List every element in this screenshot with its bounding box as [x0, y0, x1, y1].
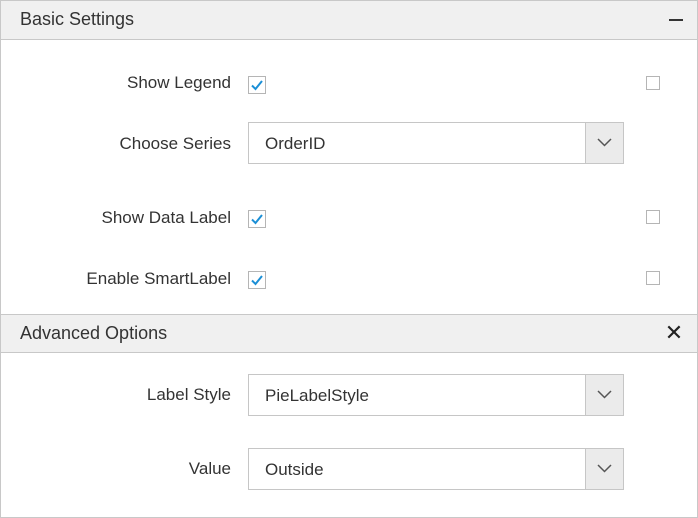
show-legend-aux-checkbox[interactable]	[646, 76, 660, 90]
choose-series-value: OrderID	[265, 134, 326, 153]
advanced-options-title: Advanced Options	[20, 323, 168, 343]
choose-series-dropdown[interactable]: OrderID	[248, 122, 624, 164]
label-style-label: Label Style	[146, 385, 231, 404]
enable-smart-label-checkbox[interactable]	[248, 271, 266, 289]
value-label: Value	[188, 459, 231, 478]
chevron-down-icon	[597, 390, 612, 399]
enable-smart-label-label: Enable SmartLabel	[86, 269, 231, 288]
settings-panel: Basic Settings Show Legend Choose Series…	[0, 0, 698, 518]
choose-series-dropdown-button[interactable]	[585, 123, 623, 163]
minus-icon[interactable]	[669, 19, 683, 21]
show-legend-label: Show Legend	[127, 73, 231, 92]
basic-settings-header[interactable]: Basic Settings	[1, 1, 697, 40]
show-data-label-label: Show Data Label	[101, 208, 231, 227]
show-data-label-aux-checkbox[interactable]	[646, 210, 660, 224]
checkmark-icon	[251, 80, 263, 91]
checkmark-icon	[251, 214, 263, 225]
label-style-value: PieLabelStyle	[265, 386, 369, 405]
advanced-options-header[interactable]: Advanced Options ✕	[1, 314, 697, 353]
label-style-dropdown-button[interactable]	[585, 375, 623, 415]
close-icon[interactable]: ✕	[663, 321, 685, 345]
chevron-down-icon	[597, 464, 612, 473]
enable-smart-label-aux-checkbox[interactable]	[646, 271, 660, 285]
chevron-down-icon	[597, 138, 612, 147]
basic-settings-title: Basic Settings	[20, 9, 135, 29]
checkmark-icon	[251, 275, 263, 286]
choose-series-label: Choose Series	[119, 134, 231, 153]
value-dropdown-button[interactable]	[585, 449, 623, 489]
value-dropdown[interactable]: Outside	[248, 448, 624, 490]
show-legend-checkbox[interactable]	[248, 76, 266, 94]
label-style-dropdown[interactable]: PieLabelStyle	[248, 374, 624, 416]
value-value: Outside	[265, 460, 324, 479]
show-data-label-checkbox[interactable]	[248, 210, 266, 228]
